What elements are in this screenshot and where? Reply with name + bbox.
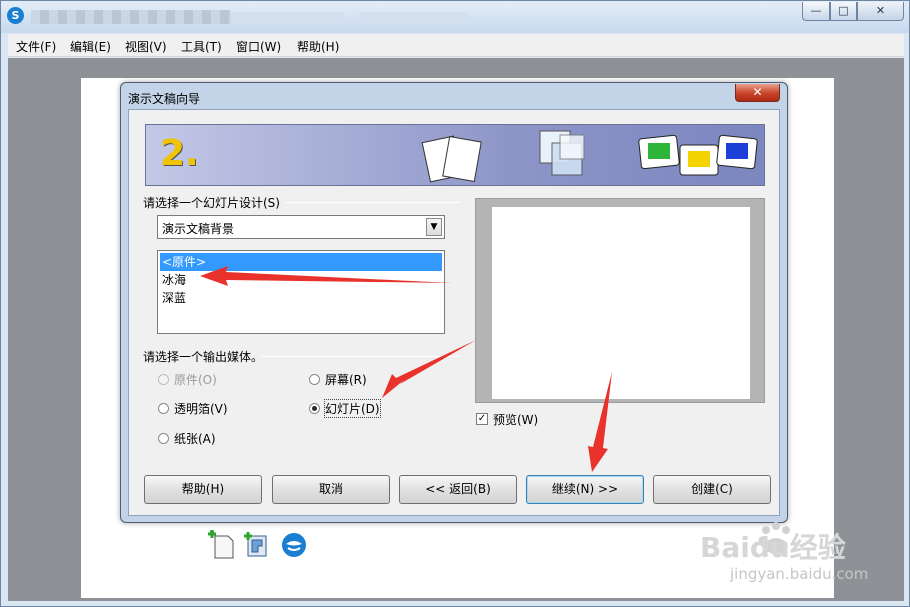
office-logo-icon[interactable] bbox=[280, 530, 308, 560]
media-slide-radio[interactable] bbox=[309, 403, 320, 414]
preview-pane bbox=[475, 198, 765, 403]
layers-icon bbox=[539, 130, 585, 176]
menu-edit[interactable]: 编辑(E) bbox=[70, 38, 111, 55]
title-bar: S — □ ✕ bbox=[1, 1, 909, 33]
menu-file[interactable]: 文件(F) bbox=[16, 38, 56, 55]
start-center-icons bbox=[208, 530, 318, 562]
watermark-brand: Baidu经验 bbox=[700, 531, 846, 564]
blurred-tab bbox=[359, 12, 469, 24]
window-close-button[interactable]: ✕ bbox=[857, 2, 904, 21]
menu-window[interactable]: 窗口(W) bbox=[236, 38, 281, 55]
design-category-value: 演示文稿背景 bbox=[162, 222, 235, 236]
create-button[interactable]: 创建(C) bbox=[653, 475, 771, 504]
presentation-wizard-dialog: 演示文稿向导 ✕ 2. 请选择一个幻灯片设计(S) 演示文稿背景 ▼ <原件> … bbox=[120, 82, 788, 523]
preview-canvas bbox=[492, 207, 750, 399]
list-item[interactable]: <原件> bbox=[160, 253, 442, 271]
blurred-title bbox=[31, 10, 231, 24]
new-document-icon[interactable] bbox=[208, 530, 236, 560]
step-number: 2. bbox=[160, 133, 199, 174]
media-transparency-radio[interactable] bbox=[158, 403, 169, 414]
design-group-label: 请选择一个幻灯片设计(S) bbox=[143, 196, 280, 210]
wizard-banner: 2. bbox=[145, 124, 765, 186]
media-paper-label: 纸张(A) bbox=[174, 432, 216, 446]
extension-icon[interactable] bbox=[244, 530, 272, 560]
design-category-select[interactable]: 演示文稿背景 ▼ bbox=[157, 215, 445, 239]
media-screen-radio[interactable] bbox=[309, 374, 320, 385]
divider bbox=[285, 202, 460, 203]
dropdown-arrow-icon[interactable]: ▼ bbox=[426, 218, 442, 236]
media-screen-label: 屏幕(R) bbox=[325, 373, 367, 387]
menu-help[interactable]: 帮助(H) bbox=[297, 38, 339, 55]
slides-icon bbox=[638, 134, 758, 176]
design-list[interactable]: <原件> 冰海 深蓝 bbox=[157, 250, 445, 334]
media-original-radio[interactable] bbox=[158, 374, 169, 385]
dialog-close-button[interactable]: ✕ bbox=[735, 84, 780, 102]
list-item[interactable]: 冰海 bbox=[160, 271, 442, 289]
help-button[interactable]: 帮助(H) bbox=[144, 475, 262, 504]
pages-icon bbox=[421, 135, 482, 183]
maximize-button[interactable]: □ bbox=[830, 2, 857, 21]
watermark-url: jingyan.baidu.com bbox=[730, 565, 869, 583]
preview-label: 预览(W) bbox=[493, 413, 539, 427]
dialog-body: 2. 请选择一个幻灯片设计(S) 演示文稿背景 ▼ <原件> 冰海 深蓝 请选择… bbox=[128, 109, 780, 516]
cancel-button[interactable]: 取消 bbox=[272, 475, 390, 504]
media-group-label: 请选择一个输出媒体。 bbox=[143, 350, 264, 364]
media-original-label: 原件(O) bbox=[174, 373, 217, 387]
media-slide-label: 幻灯片(D) bbox=[324, 399, 381, 418]
next-button[interactable]: 继续(N) >> bbox=[526, 475, 644, 504]
back-button[interactable]: << 返回(B) bbox=[399, 475, 517, 504]
media-paper-radio[interactable] bbox=[158, 433, 169, 444]
menu-tools[interactable]: 工具(T) bbox=[181, 38, 222, 55]
divider bbox=[261, 356, 460, 357]
menu-bar: 文件(F) 编辑(E) 视图(V) 工具(T) 窗口(W) 帮助(H) bbox=[8, 34, 904, 57]
media-transparency-label: 透明箔(V) bbox=[174, 402, 228, 416]
menu-view[interactable]: 视图(V) bbox=[125, 38, 167, 55]
app-logo-icon: S bbox=[7, 7, 24, 24]
preview-checkbox[interactable]: ✓ bbox=[476, 413, 488, 425]
list-item[interactable]: 深蓝 bbox=[160, 289, 442, 307]
dialog-title: 演示文稿向导 bbox=[128, 92, 201, 106]
blurred-tab bbox=[233, 12, 343, 24]
minimize-button[interactable]: — bbox=[802, 2, 830, 21]
